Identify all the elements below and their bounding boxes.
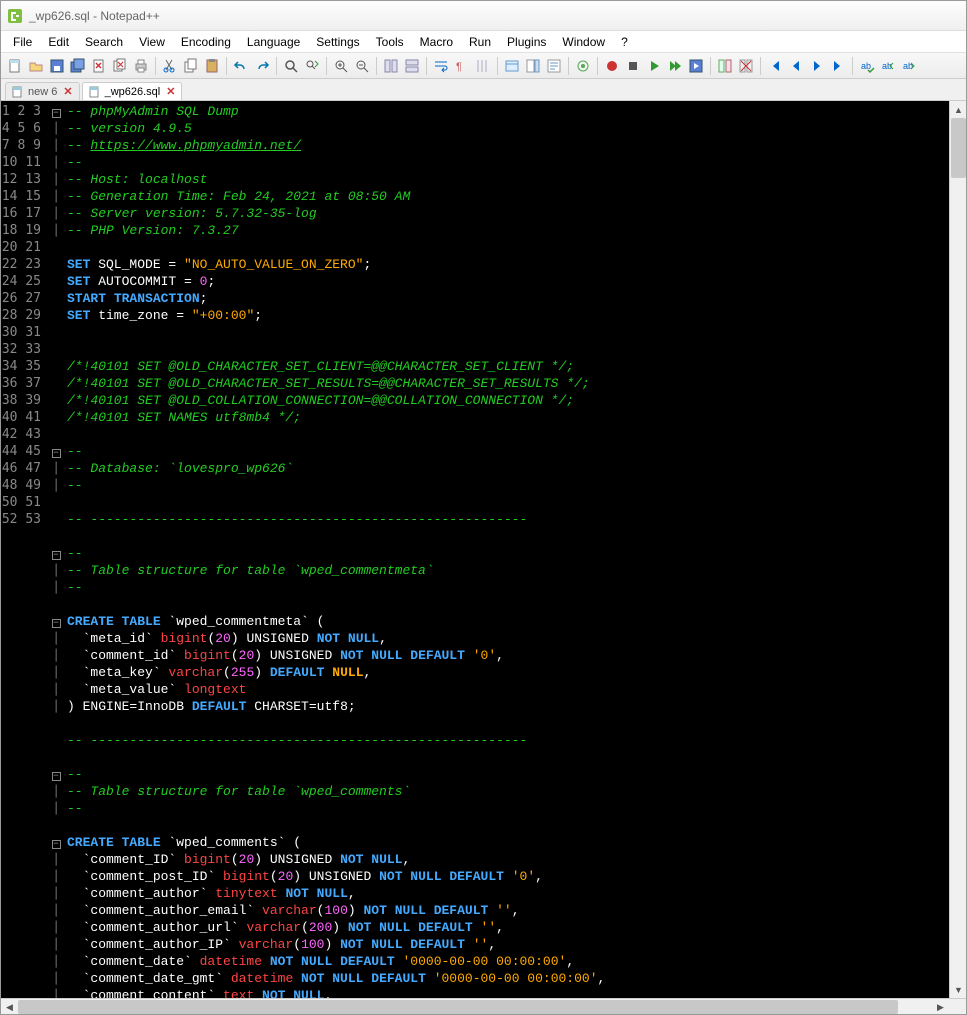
menu-tools[interactable]: Tools bbox=[368, 33, 412, 51]
menu-plugins[interactable]: Plugins bbox=[499, 33, 554, 51]
svg-text:¶: ¶ bbox=[456, 61, 462, 73]
menu-view[interactable]: View bbox=[131, 33, 173, 51]
play-multi-icon[interactable] bbox=[665, 56, 685, 76]
menu-file[interactable]: File bbox=[5, 33, 40, 51]
nav-next-icon[interactable] bbox=[807, 56, 827, 76]
menu-language[interactable]: Language bbox=[239, 33, 308, 51]
titlebar: _wp626.sql - Notepad++ bbox=[1, 1, 966, 31]
menu-edit[interactable]: Edit bbox=[40, 33, 77, 51]
tab-label: new 6 bbox=[28, 86, 57, 98]
doc-map-icon[interactable] bbox=[523, 56, 543, 76]
open-file-icon[interactable] bbox=[26, 56, 46, 76]
window-title: _wp626.sql - Notepad++ bbox=[29, 9, 160, 23]
copy-icon[interactable] bbox=[181, 56, 201, 76]
menu-encoding[interactable]: Encoding bbox=[173, 33, 239, 51]
scroll-thumb[interactable] bbox=[18, 1000, 898, 1014]
clear-compare-icon[interactable] bbox=[736, 56, 756, 76]
spell-icon[interactable]: ab bbox=[857, 56, 877, 76]
file-icon bbox=[89, 86, 101, 98]
stop-macro-icon[interactable] bbox=[623, 56, 643, 76]
toolbar-separator bbox=[497, 57, 498, 75]
find-icon[interactable] bbox=[281, 56, 301, 76]
sync-v-icon[interactable] bbox=[381, 56, 401, 76]
nav-last-icon[interactable] bbox=[828, 56, 848, 76]
nav-prev-icon[interactable] bbox=[786, 56, 806, 76]
replace-icon[interactable] bbox=[302, 56, 322, 76]
close-icon[interactable]: ✕ bbox=[63, 85, 72, 98]
spell-prev-icon[interactable]: ab bbox=[878, 56, 898, 76]
tabbar: new 6 ✕ _wp626.sql ✕ bbox=[1, 79, 966, 101]
toolbar-separator bbox=[226, 57, 227, 75]
fold-column[interactable]: − │││││││ −││ −││ −│││││ −││ −│││││││││ bbox=[49, 101, 63, 998]
tab-wp626-sql[interactable]: _wp626.sql ✕ bbox=[82, 82, 183, 100]
nav-first-icon[interactable] bbox=[765, 56, 785, 76]
zoom-out-icon[interactable] bbox=[352, 56, 372, 76]
tab-label: _wp626.sql bbox=[105, 86, 161, 98]
wordwrap-icon[interactable] bbox=[431, 56, 451, 76]
monitoring-icon[interactable] bbox=[573, 56, 593, 76]
toolbar-separator bbox=[426, 57, 427, 75]
spell-next-icon[interactable]: ab bbox=[899, 56, 919, 76]
tab-new-6[interactable]: new 6 ✕ bbox=[5, 82, 80, 100]
scroll-right-icon[interactable]: ▶ bbox=[932, 999, 949, 1015]
toolbar-separator bbox=[276, 57, 277, 75]
print-icon[interactable] bbox=[131, 56, 151, 76]
svg-text:ab: ab bbox=[903, 61, 913, 71]
scroll-thumb[interactable] bbox=[951, 118, 966, 178]
menu-settings[interactable]: Settings bbox=[308, 33, 367, 51]
toolbar-separator bbox=[760, 57, 761, 75]
line-gutter: 1 2 3 4 5 6 7 8 9 10 11 12 13 14 15 16 1… bbox=[1, 101, 49, 998]
horizontal-scrollbar[interactable]: ◀ ▶ bbox=[1, 998, 966, 1014]
svg-text:ab: ab bbox=[861, 61, 871, 71]
menu-window[interactable]: Window bbox=[554, 33, 613, 51]
record-macro-icon[interactable] bbox=[602, 56, 622, 76]
close-all-icon[interactable] bbox=[110, 56, 130, 76]
new-file-icon[interactable] bbox=[5, 56, 25, 76]
toolbar-separator bbox=[326, 57, 327, 75]
undo-icon[interactable] bbox=[231, 56, 251, 76]
save-icon[interactable] bbox=[47, 56, 67, 76]
folder-as-workspace-icon[interactable] bbox=[502, 56, 522, 76]
menu-search[interactable]: Search bbox=[77, 33, 131, 51]
save-all-icon[interactable] bbox=[68, 56, 88, 76]
toolbar-separator bbox=[597, 57, 598, 75]
indent-guide-icon[interactable] bbox=[473, 56, 493, 76]
paste-icon[interactable] bbox=[202, 56, 222, 76]
close-file-icon[interactable] bbox=[89, 56, 109, 76]
toolbar-separator bbox=[376, 57, 377, 75]
menu-help[interactable]: ? bbox=[613, 33, 636, 51]
function-list-icon[interactable] bbox=[544, 56, 564, 76]
compare-icon[interactable] bbox=[715, 56, 735, 76]
editor: 1 2 3 4 5 6 7 8 9 10 11 12 13 14 15 16 1… bbox=[1, 101, 966, 998]
menubar: File Edit Search View Encoding Language … bbox=[1, 31, 966, 53]
toolbar-separator bbox=[155, 57, 156, 75]
toolbar-separator bbox=[852, 57, 853, 75]
close-icon[interactable]: ✕ bbox=[166, 85, 175, 98]
toolbar-separator bbox=[710, 57, 711, 75]
app-icon bbox=[7, 8, 23, 24]
save-macro-icon[interactable] bbox=[686, 56, 706, 76]
scroll-up-icon[interactable]: ▲ bbox=[950, 101, 967, 118]
redo-icon[interactable] bbox=[252, 56, 272, 76]
cut-icon[interactable] bbox=[160, 56, 180, 76]
toolbar-separator bbox=[568, 57, 569, 75]
scroll-down-icon[interactable]: ▼ bbox=[950, 981, 967, 998]
menu-macro[interactable]: Macro bbox=[412, 33, 461, 51]
play-macro-icon[interactable] bbox=[644, 56, 664, 76]
vertical-scrollbar[interactable]: ▲ ▼ bbox=[949, 101, 966, 998]
code-area[interactable]: -- phpMyAdmin SQL Dump -- version 4.9.5 … bbox=[63, 101, 949, 998]
file-icon bbox=[12, 86, 24, 98]
toolbar: ¶ ab ab ab bbox=[1, 53, 966, 79]
show-all-chars-icon[interactable]: ¶ bbox=[452, 56, 472, 76]
sync-h-icon[interactable] bbox=[402, 56, 422, 76]
zoom-in-icon[interactable] bbox=[331, 56, 351, 76]
menu-run[interactable]: Run bbox=[461, 33, 499, 51]
scroll-left-icon[interactable]: ◀ bbox=[1, 999, 18, 1015]
